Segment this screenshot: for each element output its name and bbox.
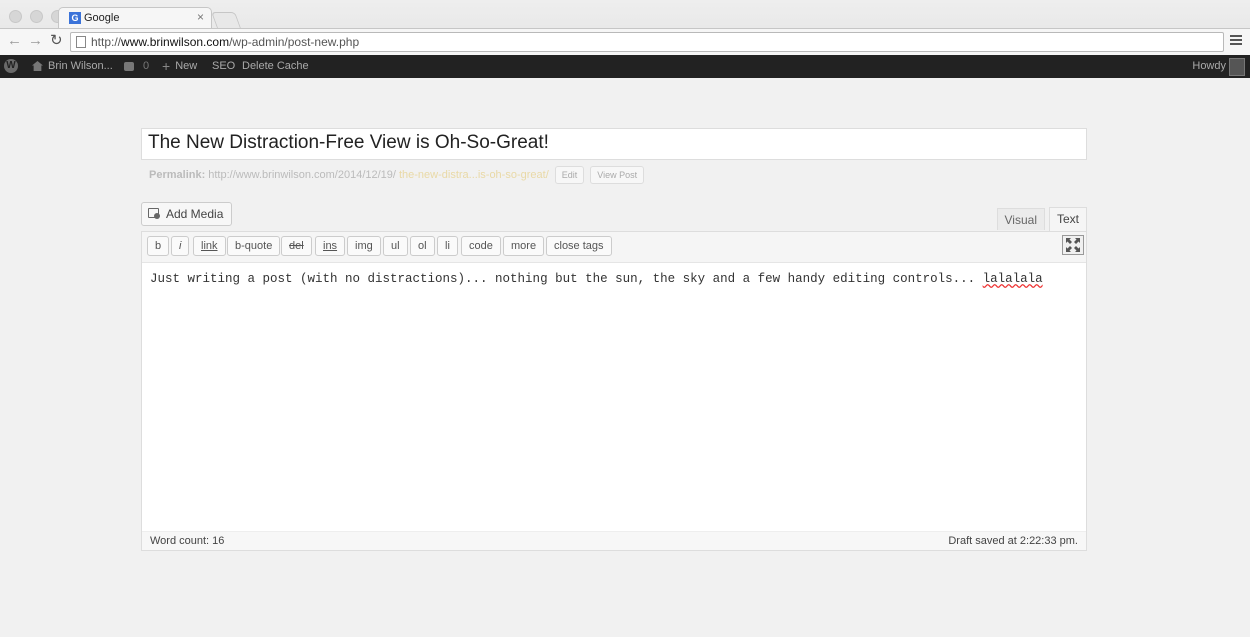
tab-close-icon[interactable]: × [197,10,204,24]
fullscreen-icon [1066,238,1080,252]
new-content-link[interactable]: + New [162,57,198,74]
window-controls [9,10,64,23]
qt-link-button[interactable]: link [193,236,226,256]
post-title-box [141,128,1087,160]
post-content-text: Just writing a post (with no distraction… [150,272,983,286]
qt-ul-button[interactable]: ul [383,236,408,256]
qt-ins-button[interactable]: ins [315,236,346,256]
comments-count: 0 [143,60,150,72]
home-icon [32,61,43,71]
editor-status-bar: Word count: 16 Draft saved at 2:22:33 pm… [142,531,1086,550]
url-path: /wp-admin/post-new.php [229,35,360,49]
url-text[interactable]: http://www.brinwilson.com/wp-admin/post-… [91,35,359,49]
qt-blockquote-button[interactable]: b-quote [227,236,281,256]
qt-li-button[interactable]: li [437,236,458,256]
account-menu-link[interactable]: Howdy [1192,60,1226,72]
permalink-slug[interactable]: the-new-distra...is-oh-so-great/ [399,169,549,181]
post-title-input[interactable] [148,132,1068,154]
distraction-free-toggle[interactable] [1062,235,1084,255]
delete-cache-link[interactable]: Delete Cache [242,60,309,72]
forward-arrow-icon[interactable]: → [28,33,43,49]
post-content-textarea[interactable]: Just writing a post (with no distraction… [150,272,1070,286]
navigation-bar: ← → ↻ http://www.brinwilson.com/wp-admin… [0,28,1250,55]
close-window-button[interactable] [9,10,22,23]
comments-link[interactable]: 0 [124,60,149,72]
tab-title: Google [84,12,120,24]
address-bar[interactable]: http://www.brinwilson.com/wp-admin/post-… [70,32,1224,52]
draft-saved-status: Draft saved at 2:22:33 pm. [948,535,1078,547]
add-media-label: Add Media [166,207,224,221]
back-arrow-icon[interactable]: ← [7,33,22,49]
qt-more-button[interactable]: more [503,236,545,256]
add-media-button[interactable]: Add Media [141,202,233,226]
qt-del-button[interactable]: del [281,236,312,256]
google-favicon-icon: G [69,12,81,24]
browser-chrome: G Google × ← → ↻ http://www.brinwilson.c… [0,0,1250,56]
avatar[interactable] [1229,58,1245,76]
tab-visual[interactable]: Visual [996,208,1045,230]
permalink-base: http://www.brinwilson.com/2014/12/19/ [208,169,396,181]
media-icon [148,208,161,220]
edit-permalink-button[interactable]: Edit [554,166,585,184]
view-post-button[interactable]: View Post [590,166,645,184]
comment-bubble-icon [124,61,134,71]
qt-img-button[interactable]: img [347,236,381,256]
qt-code-button[interactable]: code [461,236,501,256]
misspelled-word: lalalala [982,272,1043,286]
wordpress-logo-icon[interactable]: W [4,59,18,73]
site-name: Brin Wilson... [48,60,113,72]
word-count: Word count: 16 [150,535,225,547]
url-scheme: http:// [91,35,122,49]
plus-icon: + [162,57,171,74]
seo-menu-link[interactable]: SEO [212,60,235,72]
permalink-label: Permalink: [149,169,206,181]
seo-label: SEO [212,60,236,72]
tab-text[interactable]: Text [1048,207,1087,231]
url-domain: www.brinwilson.com [121,35,230,49]
site-name-link[interactable]: Brin Wilson... [32,60,113,72]
quicktags-toolbar: b i link b-quote del ins img ul ol li co… [142,232,1086,263]
new-label: New [175,60,198,72]
howdy-label: Howdy [1192,60,1226,72]
new-tab-button[interactable] [211,12,241,28]
text-editor: b i link b-quote del ins img ul ol li co… [141,231,1087,551]
reload-icon[interactable]: ↻ [50,33,63,49]
qt-close-tags-button[interactable]: close tags [546,236,612,256]
permalink-row: Permalink: http://www.brinwilson.com/201… [149,166,645,184]
browser-tab[interactable]: G Google × [58,7,212,29]
qt-italic-button[interactable]: i [171,236,190,256]
wp-admin-bar: W Brin Wilson... 0 + New SEO Delete Cach… [0,55,1250,78]
qt-ol-button[interactable]: ol [410,236,435,256]
page-icon [76,36,86,48]
editor-mode-tabs: Visual Text [996,207,1087,231]
delete-cache-label: Delete Cache [242,60,309,72]
minimize-window-button[interactable] [30,10,43,23]
qt-bold-button[interactable]: b [147,236,170,256]
hamburger-menu-icon[interactable] [1230,33,1242,47]
